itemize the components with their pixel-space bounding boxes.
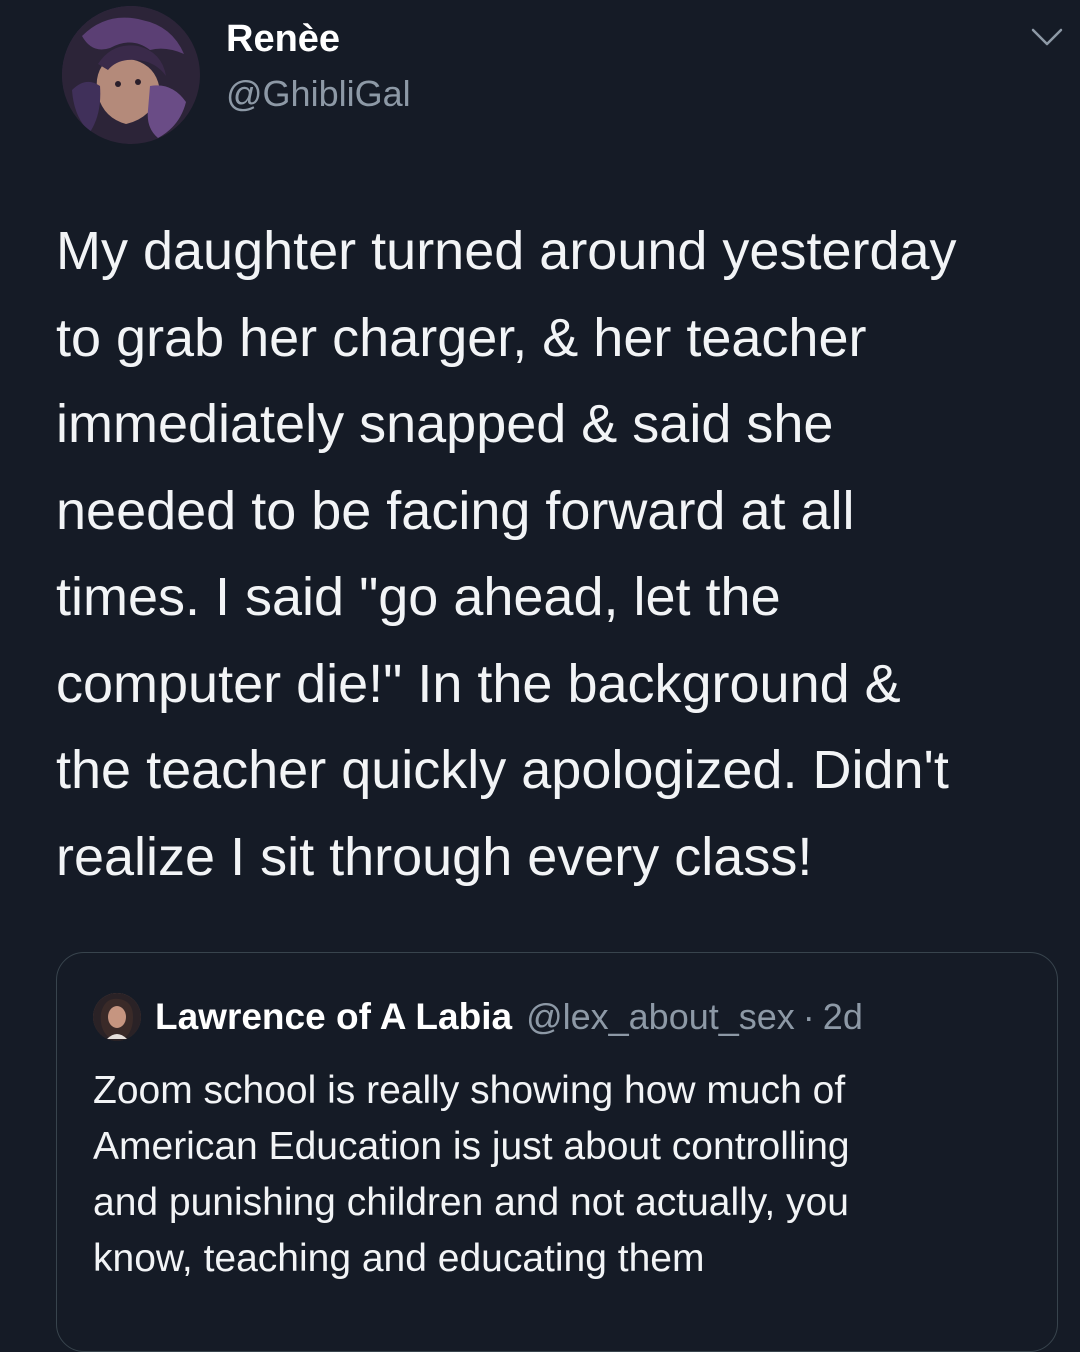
author-handle[interactable]: @GhibliGal [226, 72, 411, 116]
author-display-name[interactable]: Renèe [226, 16, 411, 62]
quoted-author-handle[interactable]: @lex_about_sex [526, 996, 795, 1038]
tweet-text-line: realize I sit through every class! [56, 826, 813, 887]
author-info: Renèe @GhibliGal [226, 16, 411, 116]
quoted-text-line: know, teaching and educating them [93, 1237, 705, 1280]
quoted-tweet-text: Zoom school is really showing how much o… [93, 1063, 1033, 1287]
avatar-icon [93, 993, 141, 1041]
tweet: Renèe @GhibliGal My daughter turned arou… [0, 0, 1080, 1352]
quoted-author-display-name[interactable]: Lawrence of A Labia [155, 996, 512, 1038]
tweet-text-line: to grab her charger, & her teacher [56, 307, 867, 368]
quoted-tweet-header: Lawrence of A Labia @lex_about_sex · 2d [93, 993, 863, 1041]
quoted-tweet-timestamp[interactable]: 2d [823, 996, 863, 1038]
tweet-text-line: immediately snapped & said she [56, 394, 834, 454]
chevron-down-icon[interactable] [1030, 26, 1064, 50]
separator-dot: · [802, 996, 815, 1037]
tweet-text-line: times. I said "go ahead, let the [56, 567, 781, 627]
tweet-text: My daughter turned around yesterday to g… [56, 208, 1046, 900]
tweet-text-line: needed to be facing forward at all [56, 480, 855, 541]
author-avatar[interactable] [62, 6, 200, 144]
tweet-text-line: computer die!" In the background & [56, 653, 901, 714]
quoted-author-avatar[interactable] [93, 993, 141, 1041]
quoted-text-line: and punishing children and not actually,… [93, 1181, 849, 1224]
tweet-text-line: the teacher quickly apologized. Didn't [56, 740, 949, 800]
quoted-tweet-card[interactable]: Lawrence of A Labia @lex_about_sex · 2d … [56, 952, 1058, 1352]
quoted-text-line: Zoom school is really showing how much o… [93, 1069, 846, 1112]
avatar-icon [62, 6, 200, 144]
tweet-text-line: My daughter turned around yesterday [56, 221, 957, 281]
quoted-text-line: American Education is just about control… [93, 1125, 850, 1168]
